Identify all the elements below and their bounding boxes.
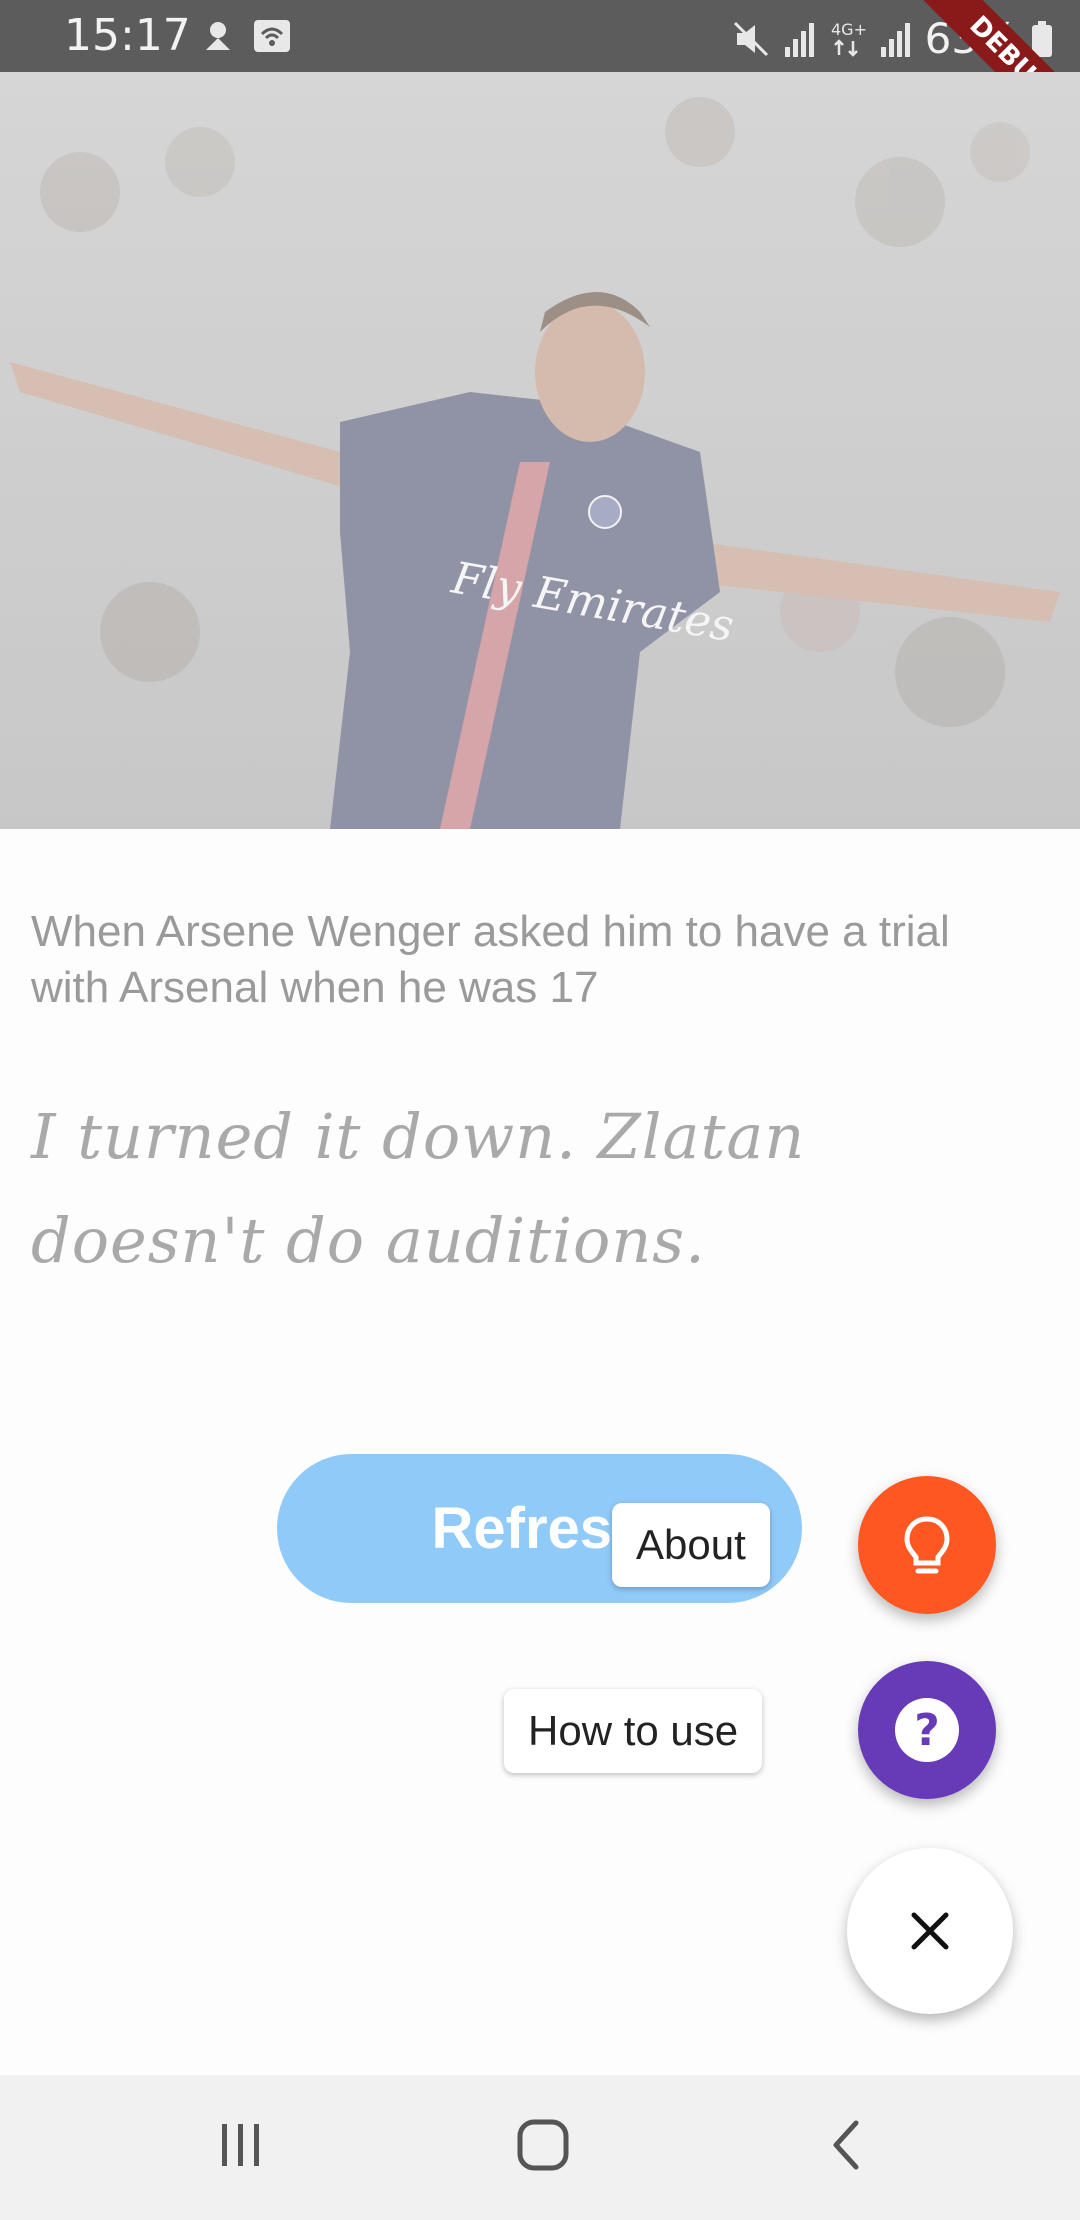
status-bar: 15:17 4G+ 63% DEBUG — [0, 0, 1080, 171]
status-time: 15:17 — [64, 10, 191, 61]
status-left-icons — [198, 16, 292, 56]
back-icon — [833, 2120, 859, 2170]
navigation-bar — [0, 2075, 1080, 2220]
player-photo: Fly Emirates — [0, 72, 1080, 829]
signal-icon — [784, 22, 814, 57]
back-button[interactable] — [786, 2095, 906, 2195]
lightbulb-icon — [904, 1516, 950, 1574]
how-to-use-label[interactable]: How to use — [504, 1689, 763, 1773]
home-button[interactable] — [483, 2095, 603, 2195]
notification-icon — [206, 22, 230, 50]
4g-icon: 4G+ — [831, 20, 867, 57]
about-button[interactable] — [858, 1476, 996, 1614]
hero-image: Fly Emirates — [0, 72, 1080, 829]
quote-answer: I turned it down. Zlatan doesn't do audi… — [31, 1100, 806, 1277]
help-icon: ? — [895, 1698, 959, 1762]
close-icon — [911, 1912, 949, 1950]
recents-icon — [222, 2124, 259, 2166]
signal-icon — [880, 22, 910, 57]
about-label[interactable]: About — [612, 1503, 770, 1587]
recents-button[interactable] — [181, 2095, 301, 2195]
home-icon — [517, 2119, 569, 2171]
how-to-use-button[interactable]: ? — [858, 1661, 996, 1799]
quote-question: When Arsene Wenger asked him to have a t… — [31, 907, 950, 1012]
svg-text:4G+: 4G+ — [831, 20, 867, 39]
wifi-icon — [254, 20, 290, 52]
mute-icon — [733, 21, 768, 56]
svg-text:?: ? — [914, 1705, 940, 1756]
close-speed-dial-button[interactable] — [847, 1848, 1013, 2014]
